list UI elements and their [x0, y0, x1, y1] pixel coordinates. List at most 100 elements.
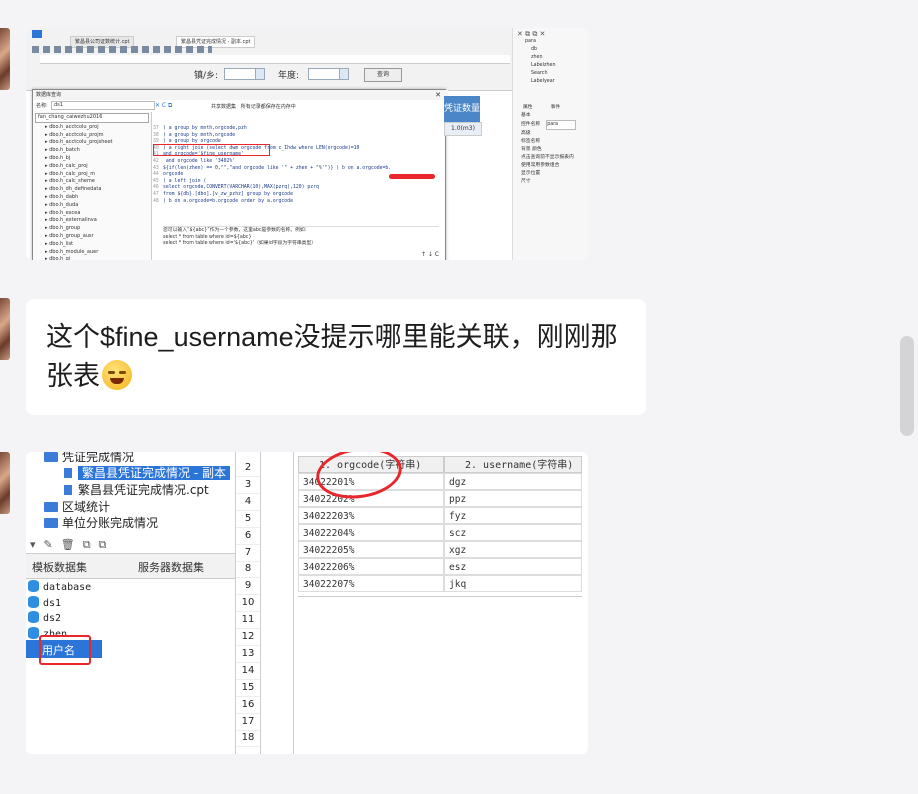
- table-tree-item[interactable]: ▸ dbo.h_calc_sheme: [39, 178, 151, 186]
- code-text: ) b on a.orgcode=b.orgcode order by a.or…: [163, 198, 293, 204]
- template-tree-label: 单位分账完成情况: [62, 516, 159, 530]
- table-tree-item[interactable]: ▸ dbo.h_acctcolu_projsheet: [39, 139, 151, 147]
- table-tree-item[interactable]: ▸ dbo.h_excea: [39, 210, 151, 218]
- tab-events[interactable]: 事件: [551, 104, 561, 112]
- row-number: 7: [236, 545, 260, 562]
- widget-tree-item[interactable]: para: [517, 38, 588, 46]
- close-icon[interactable]: ✕: [435, 91, 441, 99]
- town-input[interactable]: [224, 68, 256, 80]
- template-tree-item[interactable]: 区域统计: [44, 498, 110, 515]
- template-tree-item[interactable]: 繁昌县凭证完成情况 - 副本: [64, 464, 230, 481]
- code-line: 48 ) b on a.orgcode=b.orgcode order by a.…: [153, 199, 435, 206]
- town-label: 镇/乡:: [194, 71, 219, 81]
- template-tree-item[interactable]: 繁昌县凭证完成情况.cpt: [64, 481, 209, 498]
- property-row[interactable]: 控件名称 para: [517, 120, 588, 130]
- red-underline-mark: [389, 174, 435, 179]
- table-tree-item[interactable]: ▸ dbo.h_dabh: [39, 194, 151, 202]
- table-cell[interactable]: scz: [444, 524, 582, 541]
- tab-properties[interactable]: 属性: [523, 104, 533, 112]
- spreadsheet-column: [260, 452, 294, 754]
- left-panel: 凭证完成情况 繁昌县凭证完成情况 - 副本 繁昌县凭证完成情况.cpt 区域统计 单位分…: [26, 452, 236, 754]
- line-number: 42: [153, 158, 159, 164]
- tab-template-dataset[interactable]: 模板数据集: [32, 559, 87, 575]
- property-row[interactable]: 尺寸: [517, 178, 588, 186]
- avatar[interactable]: [0, 28, 10, 90]
- table-tree-item[interactable]: ▸ dbo.h_group: [39, 225, 151, 233]
- avatar[interactable]: [0, 452, 10, 514]
- widget-tree-item[interactable]: zhen: [517, 54, 588, 62]
- property-row[interactable]: 使用常用参数组合: [517, 162, 588, 170]
- table-cell[interactable]: 34022204%: [298, 524, 444, 541]
- table-tree-item[interactable]: ▸ dbo.h_bj: [39, 155, 151, 163]
- dataset-name-input[interactable]: ds1: [51, 101, 155, 110]
- table-cell[interactable]: fyz: [444, 507, 582, 524]
- table-cell[interactable]: ppz: [444, 490, 582, 507]
- table-tree-item[interactable]: ▸ dbo.h_acctcolu_proj: [39, 124, 151, 132]
- table-tree: fan_chang_caiwezhu2016 ▸ dbo.h_acctcolu_…: [33, 112, 152, 260]
- table-cell[interactable]: jkq: [444, 575, 582, 592]
- property-list: 基本 控件名称 para 高级 标签名称 背景 颜色 点击查询前不显示报表内 使用常用参数组合…: [513, 112, 588, 186]
- table-tree-item[interactable]: ▸ dbo.h_qi: [39, 256, 151, 260]
- widget-name-value[interactable]: para: [546, 120, 577, 130]
- right-property-panel: ✕ ⧉ ⧉ ✕ para db zhen Labelzhen Search Labelye…: [512, 28, 588, 260]
- town-dropdown-icon[interactable]: [255, 68, 265, 80]
- property-row[interactable]: 基本: [517, 112, 588, 120]
- dataset-item[interactable]: database: [28, 580, 91, 593]
- property-row[interactable]: 高级: [517, 130, 588, 138]
- row-number: 6: [236, 528, 260, 545]
- query-button[interactable]: 查询: [364, 68, 402, 82]
- year-dropdown-icon[interactable]: [339, 68, 349, 80]
- avatar[interactable]: [0, 298, 10, 360]
- table-cell[interactable]: dgz: [444, 473, 582, 490]
- dataset-label: database: [43, 582, 92, 593]
- table-tree-item[interactable]: ▸ dbo.h_duda: [39, 202, 151, 210]
- line-number: 47: [153, 191, 159, 197]
- file-icon: [64, 468, 72, 478]
- table-tree-item[interactable]: ▸ dbo.h_batch: [39, 147, 151, 155]
- year-input[interactable]: [308, 68, 340, 80]
- row-number: 3: [236, 477, 260, 494]
- widget-tree-item[interactable]: db: [517, 46, 588, 54]
- widget-tree-item[interactable]: Labelzhen: [517, 62, 588, 70]
- property-row[interactable]: 标签名称: [517, 138, 588, 146]
- table-tree-item[interactable]: ▸ dbo.h_dh_definedata: [39, 186, 151, 194]
- table-cell[interactable]: esz: [444, 558, 582, 575]
- file-icon: [64, 485, 72, 495]
- table-cell[interactable]: 34022207%: [298, 575, 444, 592]
- property-row[interactable]: 背景 颜色: [517, 146, 588, 154]
- panel-toolbar-icons[interactable]: ✕ ⧉ ⧉ ✕: [513, 28, 588, 38]
- grid-cell[interactable]: 1.0(m3): [444, 122, 482, 136]
- dataset-toolbar-icons[interactable]: ▾✎🗑⧉⧉: [30, 538, 114, 552]
- widget-tree-item[interactable]: Labelyear: [517, 78, 588, 86]
- shared-dataset-checkbox[interactable]: 共享数据集: [211, 104, 236, 110]
- dataset-item[interactable]: ds2: [28, 611, 61, 624]
- table-tree-item[interactable]: ▸ dbo.h_calc_proj_m: [39, 171, 151, 179]
- screenshot-image-designer[interactable]: 繁昌县公司证数统计.cpt 繁昌县凭证完成情况 - 副本.cpt 镇/乡: 年度…: [26, 28, 588, 260]
- property-row[interactable]: 点击查询前不显示报表内: [517, 154, 588, 162]
- screenshot-image-dataset-preview[interactable]: 凭证完成情况 繁昌县凭证完成情况 - 副本 繁昌县凭证完成情况.cpt 区域统计 单位分…: [26, 452, 588, 754]
- dataset-item[interactable]: ds1: [28, 595, 61, 609]
- table-cell[interactable]: 34022203%: [298, 507, 444, 524]
- table-cell[interactable]: 34022206%: [298, 558, 444, 575]
- table-cell[interactable]: 34022205%: [298, 541, 444, 558]
- scrollbar[interactable]: [900, 336, 914, 436]
- line-number: 48: [153, 198, 159, 204]
- template-tree-item[interactable]: 单位分账完成情况: [44, 514, 158, 531]
- hint-nav-icons[interactable]: ↑ ↓ C: [421, 251, 439, 258]
- property-row[interactable]: 显示位置: [517, 170, 588, 178]
- memory-option[interactable]: 所有记录都保存在内存中: [241, 104, 296, 110]
- table-tree-item[interactable]: ▸ dbo.h_externalinva: [39, 217, 151, 225]
- refresh-icon[interactable]: ✕ C ⧉: [155, 102, 172, 110]
- divider: [163, 226, 439, 227]
- table-tree-item[interactable]: ▸ dbo.h_module_auer: [39, 249, 151, 257]
- message-text[interactable]: 这个$fine_username没提示哪里能关联，刚刚那张表: [46, 318, 636, 396]
- table-tree-item[interactable]: ▸ dbo.h_calc_proj: [39, 163, 151, 171]
- tab-server-dataset[interactable]: 服务器数据集: [138, 559, 204, 575]
- widget-tree-item[interactable]: Search: [517, 70, 588, 78]
- table-tree-item[interactable]: ▸ dbo.h_list: [39, 241, 151, 249]
- table-tree-item[interactable]: ▸ dbo.h_acctcolu_projm: [39, 132, 151, 140]
- table-tree-item[interactable]: ▸ dbo.h_group_ausr: [39, 233, 151, 241]
- hint-line: 您可以输入“${abc}”作为一个参数，这里abc是参数的名称。例如:: [163, 228, 307, 233]
- table-cell[interactable]: xgz: [444, 541, 582, 558]
- connection-select[interactable]: fan_chang_caiwezhu2016: [35, 113, 149, 123]
